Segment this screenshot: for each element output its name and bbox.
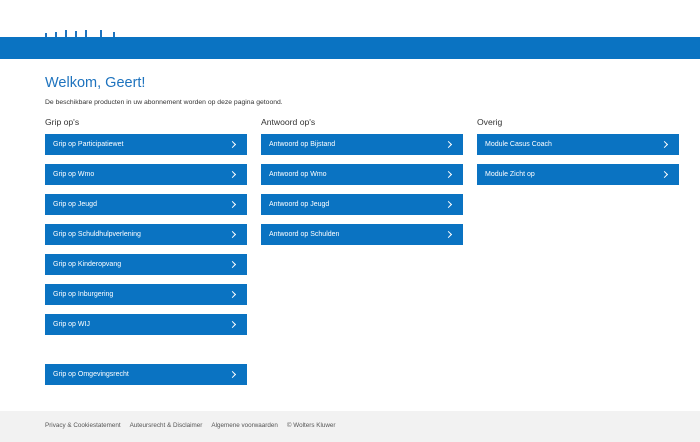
product-button-label: Antwoord op Jeugd — [269, 201, 330, 208]
chevron-right-icon — [444, 230, 453, 239]
chevron-right-icon — [660, 170, 669, 179]
chevron-right-icon — [444, 200, 453, 209]
chevron-right-icon — [228, 370, 237, 379]
product-button-module-zicht-op[interactable]: Module Zicht op — [477, 164, 679, 185]
header-bar — [0, 37, 700, 59]
product-button-label: Grip op Wmo — [53, 171, 95, 178]
product-button-grip-op-kinderopvang[interactable]: Grip op Kinderopvang — [45, 254, 247, 275]
column-overig: Overig Module Casus Coach Module Zicht o… — [477, 117, 679, 194]
product-button-grip-op-jeugd[interactable]: Grip op Jeugd — [45, 194, 247, 215]
intro-text: De beschikbare producten in uw abonnemen… — [45, 99, 283, 106]
product-button-module-casus-coach[interactable]: Module Casus Coach — [477, 134, 679, 155]
product-button-label: Antwoord op Wmo — [269, 171, 327, 178]
product-button-label: Grip op Participatiewet — [53, 141, 124, 148]
product-button-grip-op-inburgering[interactable]: Grip op Inburgering — [45, 284, 247, 305]
product-button-label: Grip op Schuldhulpverlening — [53, 231, 141, 238]
footer: Privacy & Cookiestatement Auteursrecht &… — [0, 411, 700, 442]
logo[interactable] — [45, 30, 125, 37]
chevron-right-icon — [660, 140, 669, 149]
chevron-right-icon — [228, 140, 237, 149]
footer-copyright: © Wolters Kluwer — [286, 422, 336, 429]
product-button-label: Grip op Omgevingsrecht — [53, 371, 129, 378]
column-title: Overig — [477, 117, 503, 127]
chevron-right-icon — [444, 140, 453, 149]
product-button-grip-op-participatiewet[interactable]: Grip op Participatiewet — [45, 134, 247, 155]
product-button-antwoord-op-schulden[interactable]: Antwoord op Schulden — [261, 224, 463, 245]
chevron-right-icon — [228, 170, 237, 179]
chevron-right-icon — [444, 170, 453, 179]
product-button-antwoord-op-wmo[interactable]: Antwoord op Wmo — [261, 164, 463, 185]
product-button-label: Module Casus Coach — [485, 141, 552, 148]
product-button-label: Antwoord op Schulden — [269, 231, 340, 238]
page-title: Welkom, Geert! — [45, 75, 146, 91]
product-button-grip-op-schuldhulpverlening[interactable]: Grip op Schuldhulpverlening — [45, 224, 247, 245]
product-button-label: Grip op WIJ — [53, 321, 90, 328]
column-grip-ops: Grip op's Grip op Participatiewet Grip o… — [45, 117, 247, 394]
chevron-right-icon — [228, 200, 237, 209]
product-button-antwoord-op-bijstand[interactable]: Antwoord op Bijstand — [261, 134, 463, 155]
product-button-label: Antwoord op Bijstand — [269, 141, 336, 148]
product-button-label: Module Zicht op — [485, 171, 535, 178]
chevron-right-icon — [228, 260, 237, 269]
chevron-right-icon — [228, 230, 237, 239]
column-title: Grip op's — [45, 117, 80, 127]
chevron-right-icon — [228, 290, 237, 299]
chevron-right-icon — [228, 320, 237, 329]
product-button-grip-op-omgevingsrecht[interactable]: Grip op Omgevingsrecht — [45, 364, 247, 385]
column-antwoord-ops: Antwoord op's Antwoord op Bijstand Antwo… — [261, 117, 463, 254]
product-button-grip-op-wij[interactable]: Grip op WIJ — [45, 314, 247, 335]
product-button-label: Grip op Kinderopvang — [53, 261, 122, 268]
footer-link-algemene-voorwaarden[interactable]: Algemene voorwaarden — [211, 422, 278, 429]
product-button-antwoord-op-jeugd[interactable]: Antwoord op Jeugd — [261, 194, 463, 215]
footer-links: Privacy & Cookiestatement Auteursrecht &… — [45, 422, 336, 429]
top-strip — [0, 0, 700, 37]
column-title: Antwoord op's — [261, 117, 316, 127]
product-button-grip-op-wmo[interactable]: Grip op Wmo — [45, 164, 247, 185]
footer-link-auteursrecht[interactable]: Auteursrecht & Disclaimer — [130, 422, 203, 429]
product-button-label: Grip op Inburgering — [53, 291, 114, 298]
product-button-label: Grip op Jeugd — [53, 201, 97, 208]
footer-link-privacy[interactable]: Privacy & Cookiestatement — [45, 422, 121, 429]
